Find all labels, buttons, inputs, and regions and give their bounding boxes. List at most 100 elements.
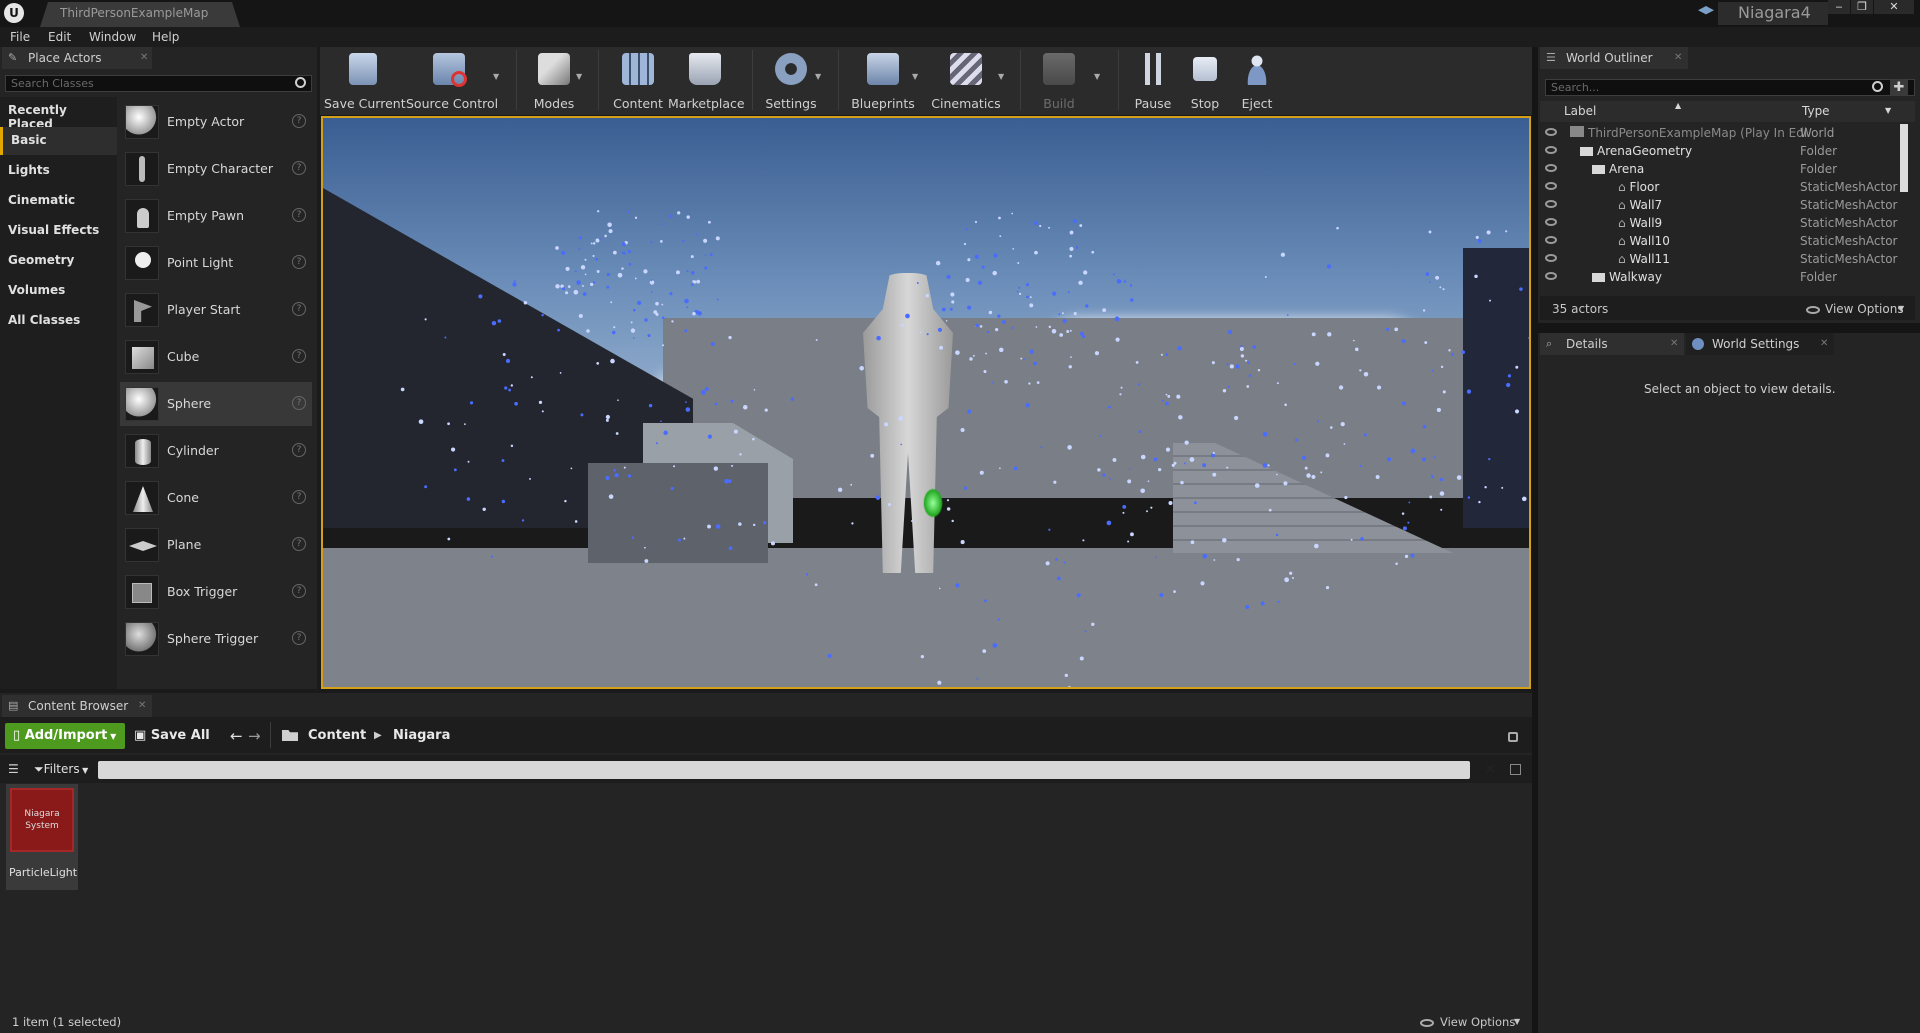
outliner-row[interactable]: ⌂ Wall10 StaticMeshActor xyxy=(1540,232,1900,250)
help-icon[interactable]: ? xyxy=(292,208,306,222)
actor-item-cone[interactable]: Cone? xyxy=(120,476,312,520)
column-type[interactable]: Type xyxy=(1802,104,1830,118)
actor-item-box-trigger[interactable]: Box Trigger? xyxy=(120,570,312,614)
source-control-dropdown-icon[interactable]: ▼ xyxy=(493,72,499,81)
tab-content-browser[interactable]: ▤ Content Browser ✕ xyxy=(2,695,152,717)
eject-button[interactable]: Eject xyxy=(1232,49,1282,113)
stop-button[interactable]: Stop xyxy=(1180,49,1230,113)
category-cinematic[interactable]: Cinematic xyxy=(0,187,117,215)
actor-item-player-start[interactable]: Player Start? xyxy=(120,288,312,332)
help-icon[interactable]: ? xyxy=(292,631,306,645)
pause-button[interactable]: Pause xyxy=(1128,49,1178,113)
outliner-row[interactable]: ⌂ Floor StaticMeshActor xyxy=(1540,178,1900,196)
level-viewport[interactable] xyxy=(321,116,1531,689)
close-tab-icon[interactable]: ✕ xyxy=(1820,333,1828,355)
asset-tile[interactable]: Niagara System ParticleLight xyxy=(6,784,78,890)
outliner-row[interactable]: ⌂ Wall11 StaticMeshActor xyxy=(1540,250,1900,268)
modes-dropdown-icon[interactable]: ▼ xyxy=(576,72,582,81)
help-icon[interactable]: ? xyxy=(292,255,306,269)
visibility-eye-icon[interactable] xyxy=(1545,218,1557,226)
actor-item-sphere-trigger[interactable]: Sphere Trigger? xyxy=(120,617,312,661)
blueprints-dropdown-icon[interactable]: ▼ xyxy=(912,72,918,81)
menu-help[interactable]: Help xyxy=(152,27,179,47)
asset-search-input[interactable] xyxy=(98,761,1470,779)
actor-item-cube[interactable]: Cube? xyxy=(120,335,312,379)
breadcrumb-content[interactable]: Content xyxy=(308,728,366,743)
source-control-button[interactable]: Source Control xyxy=(406,49,498,113)
search-icon[interactable] xyxy=(295,77,306,88)
visibility-eye-icon[interactable] xyxy=(1545,254,1557,262)
forward-arrow-icon[interactable]: → xyxy=(248,727,261,745)
category-basic[interactable]: Basic xyxy=(0,127,117,155)
tab-world-settings[interactable]: World Settings ✕ xyxy=(1686,333,1834,355)
back-arrow-icon[interactable]: ← xyxy=(230,727,243,745)
column-options-icon[interactable]: ▼ xyxy=(1885,106,1891,115)
category-recently-placed[interactable]: Recently Placed xyxy=(0,97,117,131)
category-volumes[interactable]: Volumes xyxy=(0,277,117,305)
help-icon[interactable]: ? xyxy=(292,396,306,410)
breadcrumb-niagara[interactable]: Niagara xyxy=(393,728,450,743)
actor-item-cylinder[interactable]: Cylinder? xyxy=(120,429,312,473)
visibility-eye-icon[interactable] xyxy=(1545,200,1557,208)
help-icon[interactable]: ? xyxy=(292,349,306,363)
lock-icon[interactable] xyxy=(1508,732,1518,742)
close-tab-icon[interactable]: ✕ xyxy=(140,47,148,69)
close-tab-icon[interactable]: ✕ xyxy=(1670,333,1678,355)
close-window-button[interactable]: ✕ xyxy=(1874,0,1914,14)
help-icon[interactable]: ? xyxy=(292,161,306,175)
help-icon[interactable]: ? xyxy=(292,537,306,551)
help-icon[interactable]: ? xyxy=(292,114,306,128)
help-icon[interactable]: ? xyxy=(292,584,306,598)
save-all-button[interactable]: ▣ Save All xyxy=(134,728,210,743)
visibility-eye-icon[interactable] xyxy=(1545,146,1557,154)
actor-item-sphere[interactable]: Sphere? xyxy=(120,382,312,426)
clear-search-icon[interactable]: ✕ xyxy=(1484,760,1497,778)
cinematics-button[interactable]: Cinematics xyxy=(930,49,1002,113)
tab-details[interactable]: ⌕ Details ✕ xyxy=(1540,333,1684,355)
actor-item-empty-pawn[interactable]: Empty Pawn? xyxy=(120,194,312,238)
menu-file[interactable]: File xyxy=(10,27,30,47)
blueprints-button[interactable]: Blueprints xyxy=(846,49,920,113)
column-label[interactable]: Label xyxy=(1564,104,1596,118)
outliner-row[interactable]: Arena Folder xyxy=(1540,160,1900,178)
visibility-eye-icon[interactable] xyxy=(1545,128,1557,136)
outliner-search-input[interactable]: Search... xyxy=(1545,79,1915,96)
tab-world-outliner[interactable]: ☰ World Outliner ✕ xyxy=(1540,47,1688,69)
build-button[interactable]: Build xyxy=(1028,49,1090,113)
category-visual-effects[interactable]: Visual Effects xyxy=(0,217,117,245)
visibility-eye-icon[interactable] xyxy=(1545,164,1557,172)
save-search-icon[interactable] xyxy=(1510,764,1521,775)
actor-item-empty-character[interactable]: Empty Character? xyxy=(120,147,312,191)
help-icon[interactable]: ? xyxy=(292,302,306,316)
search-classes-input[interactable]: Search Classes xyxy=(5,75,312,92)
actor-item-empty-actor[interactable]: Empty Actor? xyxy=(120,100,312,144)
outliner-view-options-button[interactable]: View Options xyxy=(1825,302,1904,316)
minimize-button[interactable]: ‒ xyxy=(1828,0,1850,14)
visibility-eye-icon[interactable] xyxy=(1545,236,1557,244)
add-import-button[interactable]: ▯ Add/Import ▼ xyxy=(5,723,125,749)
help-icon[interactable]: ? xyxy=(292,443,306,457)
save-current-button[interactable]: Save Current xyxy=(324,49,406,113)
settings-button[interactable]: Settings xyxy=(758,49,824,113)
modes-button[interactable]: Modes xyxy=(524,49,584,113)
close-tab-icon[interactable]: ✕ xyxy=(138,695,146,717)
category-geometry[interactable]: Geometry xyxy=(0,247,117,275)
outliner-row[interactable]: ArenaGeometry Folder xyxy=(1540,142,1900,160)
content-button[interactable]: Content xyxy=(608,49,668,113)
menu-edit[interactable]: Edit xyxy=(48,27,71,47)
build-dropdown-icon[interactable]: ▼ xyxy=(1094,72,1100,81)
close-tab-icon[interactable]: ✕ xyxy=(1674,47,1682,69)
outliner-row[interactable]: Walkway Folder xyxy=(1540,268,1900,286)
actor-item-plane[interactable]: Plane? xyxy=(120,523,312,567)
category-lights[interactable]: Lights xyxy=(0,157,117,185)
help-icon[interactable]: ? xyxy=(292,490,306,504)
cinematics-dropdown-icon[interactable]: ▼ xyxy=(998,72,1004,81)
filters-button[interactable]: ⏷Filters ▼ xyxy=(34,762,88,777)
tab-place-actors[interactable]: ✎ Place Actors ✕ xyxy=(2,47,152,69)
outliner-row[interactable]: ThirdPersonExampleMap (Play In Edi World xyxy=(1540,124,1900,142)
category-all-classes[interactable]: All Classes xyxy=(0,307,117,335)
document-tab[interactable]: ThirdPersonExampleMap xyxy=(40,2,240,27)
visibility-eye-icon[interactable] xyxy=(1545,182,1557,190)
add-actor-icon[interactable]: ✚ xyxy=(1890,79,1908,96)
actor-item-point-light[interactable]: Point Light? xyxy=(120,241,312,285)
